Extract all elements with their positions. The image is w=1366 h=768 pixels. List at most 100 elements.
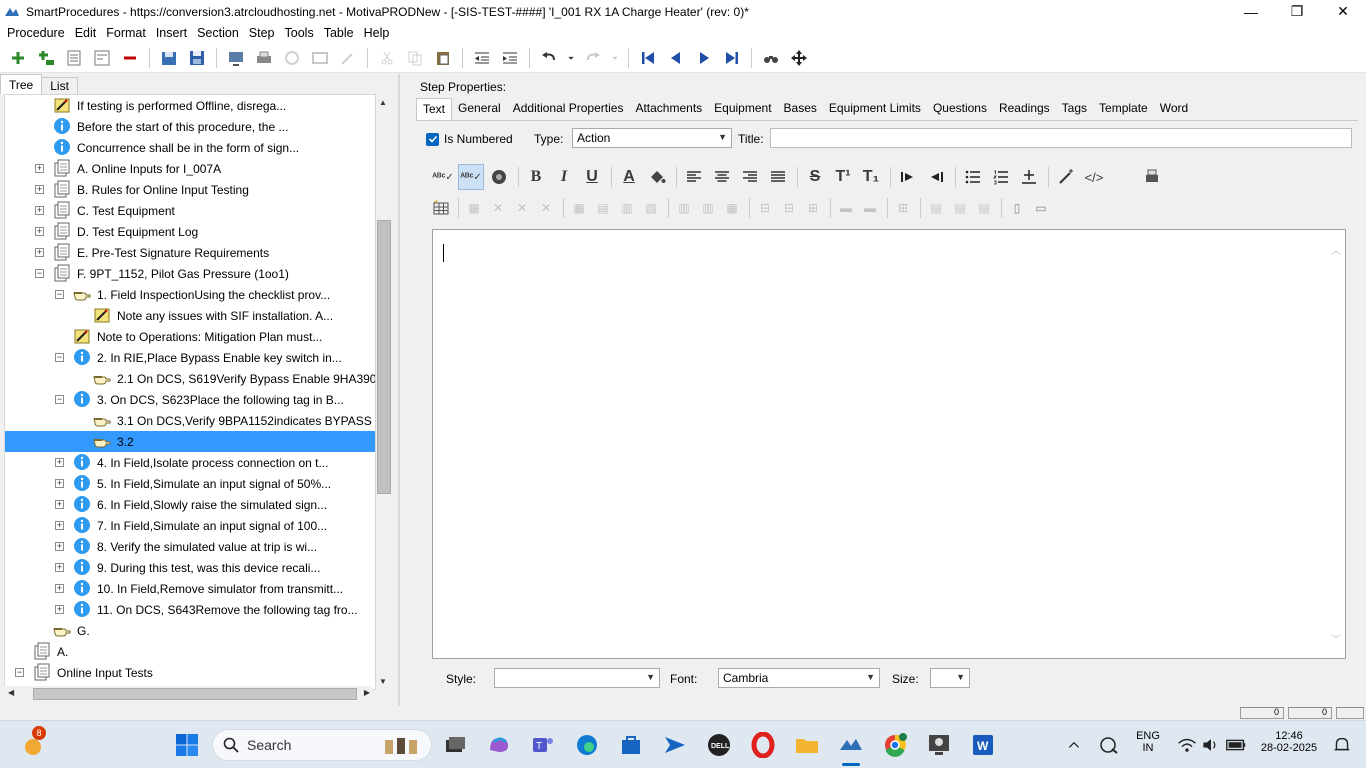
tree-row[interactable]: +8. Verify the simulated value at trip i… [5,536,375,557]
collapse-icon[interactable]: − [55,395,64,404]
split-table-button[interactable]: ⊞ [892,198,914,218]
minimize-button[interactable]: — [1228,0,1274,23]
tree-row[interactable]: − 3. On DCS, S623Place the following tag … [5,389,375,410]
undo-dropdown-button[interactable] [566,47,576,69]
menu-table[interactable]: Table [319,26,359,40]
tree-row[interactable]: − Online Input Tests [5,662,375,683]
scroll-left-icon[interactable]: ◀ [8,688,14,697]
battery-button[interactable] [1224,730,1248,760]
insert-col-right-button[interactable]: ▥ [697,198,719,218]
expand-icon[interactable]: + [55,542,64,551]
tab-word[interactable]: Word [1154,98,1194,120]
expand-icon[interactable]: + [55,563,64,572]
tree-row[interactable]: − F. 9PT_1152, Pilot Gas Pressure (1oo1) [5,263,375,284]
menu-procedure[interactable]: Procedure [2,26,70,40]
tree-row[interactable]: − 2. In RIE,Place Bypass Enable key switc… [5,347,375,368]
tab-tags[interactable]: Tags [1056,98,1093,120]
weather-widget[interactable]: 8 [18,726,48,760]
insert-col-left-button[interactable]: ▥ [673,198,695,218]
notifications-button[interactable] [1330,730,1354,760]
indent-button[interactable] [499,47,521,69]
step-text-editor[interactable]: ︿ ﹀ [432,229,1346,659]
tree-row[interactable]: +5. In Field,Simulate an input signal of… [5,473,375,494]
remove-button[interactable] [119,47,141,69]
scroll-right-icon[interactable]: ▶ [364,688,370,697]
undo-button[interactable] [538,47,560,69]
collapse-icon[interactable]: − [35,269,44,278]
chrome-button[interactable] [880,730,910,760]
collapse-icon[interactable]: − [55,353,64,362]
add-button[interactable] [7,47,29,69]
previous-step-button[interactable] [665,47,687,69]
cell-align-middle-button[interactable]: ▤ [949,198,971,218]
menu-help[interactable]: Help [359,26,395,40]
expand-icon[interactable]: + [55,605,64,614]
store-button[interactable] [616,730,646,760]
text-box-button[interactable]: ▯ [1006,198,1028,218]
subscript-button[interactable]: T₁ [858,164,884,190]
refresh-button[interactable] [281,47,303,69]
justify-button[interactable] [765,164,791,190]
remote-app-button[interactable] [660,730,690,760]
highlight-button[interactable] [644,164,670,190]
paste-button[interactable] [432,47,454,69]
align-left-button[interactable] [681,164,707,190]
decrease-indent-button[interactable] [923,164,949,190]
teams-button[interactable]: T [528,730,558,760]
bullet-list-button[interactable] [960,164,986,190]
maximize-button[interactable]: ❐ [1274,0,1320,23]
cell-align-bottom-button[interactable]: ▤ [973,198,995,218]
expand-icon[interactable]: + [55,458,64,467]
tree-horizontal-scrollbar[interactable]: ◀ ▶ [4,686,372,702]
menu-edit[interactable]: Edit [70,26,102,40]
tab-readings[interactable]: Readings [993,98,1056,120]
expand-icon[interactable]: + [35,185,44,194]
menu-insert[interactable]: Insert [151,26,192,40]
edge-button[interactable] [572,730,602,760]
next-step-button[interactable] [693,47,715,69]
tree-row[interactable]: + D. Test Equipment Log [5,221,375,242]
font-color-button[interactable]: A [616,164,642,190]
tab-equipment[interactable]: Equipment [708,98,777,120]
task-view-button[interactable] [440,730,470,760]
cell-border-button[interactable]: ▥ [616,198,638,218]
tree-row[interactable]: − 1. Field InspectionUsing the checklist … [5,284,375,305]
tree-row[interactable]: 3.1 On DCS,Verify 9BPA1152indicates BYPA… [5,410,375,431]
redo-dropdown-button[interactable] [610,47,620,69]
scroll-up-icon[interactable]: ▲ [379,98,387,107]
title-input[interactable] [770,128,1352,148]
language-indicator[interactable]: ENG IN [1128,730,1168,754]
tree-row[interactable]: 2.1 On DCS, S619Verify Bypass Enable 9HA… [5,368,375,389]
align-right-button[interactable] [737,164,763,190]
first-step-button[interactable] [637,47,659,69]
menu-tools[interactable]: Tools [280,26,319,40]
tab-tree[interactable]: Tree [0,74,43,94]
scroll-down-icon[interactable]: ▼ [379,677,387,686]
tree-row[interactable]: Concurrence shall be in the form of sign… [5,137,375,158]
insert-table-button[interactable] [430,198,452,218]
move-button[interactable] [788,47,810,69]
merge-cells-button[interactable]: ▦ [568,198,590,218]
tab-general[interactable]: General [452,98,507,120]
html-source-button[interactable]: </> [1081,164,1107,190]
style-select[interactable]: ▼ [494,668,660,688]
last-step-button[interactable] [721,47,743,69]
tree-row[interactable]: +7. In Field,Simulate an input signal of… [5,515,375,536]
type-select[interactable]: Action ▼ [572,128,732,148]
tab-template[interactable]: Template [1093,98,1154,120]
row-height-button[interactable]: ⊞ [802,198,824,218]
menu-step[interactable]: Step [244,26,280,40]
cut-button[interactable] [376,47,398,69]
tree-row[interactable]: If testing is performed Offline, disrega… [5,95,375,116]
close-button[interactable]: ✕ [1320,0,1366,23]
magic-format-button[interactable] [1053,164,1079,190]
copy-button[interactable] [404,47,426,69]
file-explorer-button[interactable] [792,730,822,760]
line-button[interactable]: ▭ [1030,198,1052,218]
tab-questions[interactable]: Questions [927,98,993,120]
print-button[interactable] [253,47,275,69]
procedure-tree[interactable]: If testing is performed Offline, disrega… [4,94,376,690]
dell-button[interactable]: DELL [704,730,734,760]
tree-row[interactable]: Note to Operations: Mitigation Plan must… [5,326,375,347]
tab-bases[interactable]: Bases [778,98,823,120]
